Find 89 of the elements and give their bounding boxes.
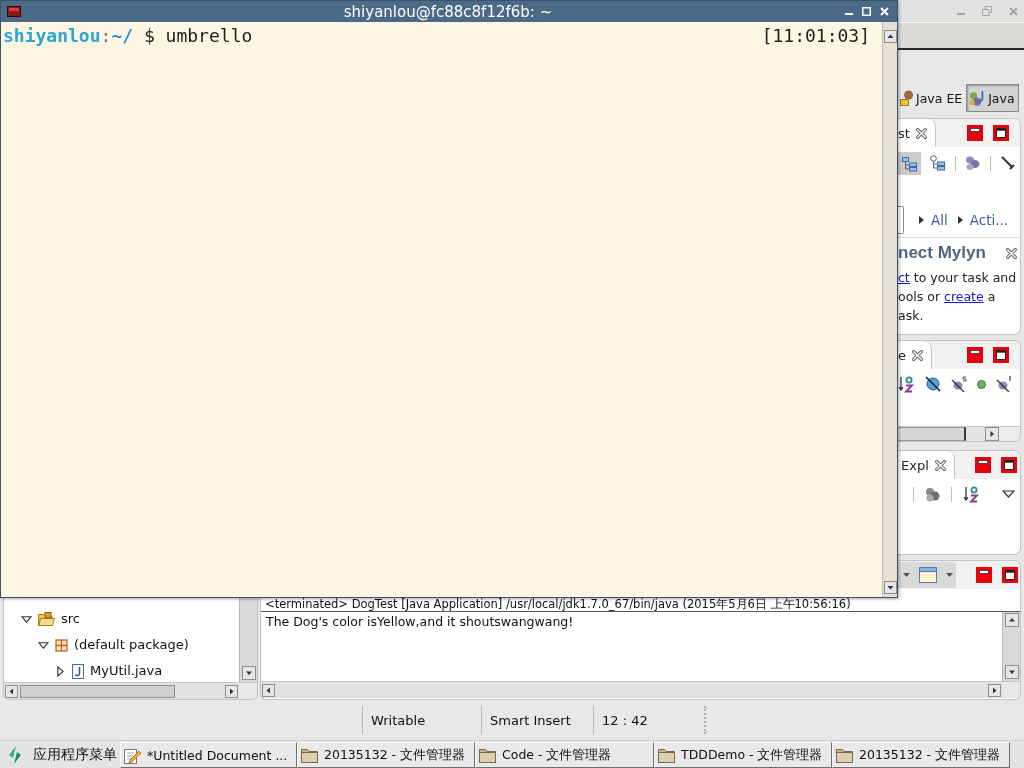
triangle-down-icon[interactable] [38, 641, 49, 649]
view-tab[interactable]: e [898, 341, 932, 369]
window-icon[interactable] [919, 567, 937, 583]
start-menu-button[interactable]: 应用程序菜单 [0, 742, 120, 768]
triangle-right-icon [957, 216, 963, 224]
document-pencil-icon [124, 746, 141, 764]
close-icon[interactable] [915, 127, 927, 139]
folder-icon [301, 747, 318, 763]
pen-icon[interactable] [1000, 155, 1016, 171]
terminal-icon [7, 6, 21, 17]
close-icon[interactable] [1006, 247, 1017, 259]
folder-icon [38, 612, 55, 626]
triangle-right-icon[interactable] [57, 665, 64, 677]
maximize-icon[interactable] [1000, 457, 1017, 473]
minimize-icon[interactable] [967, 125, 983, 141]
folder-icon [479, 747, 496, 763]
caret-icon[interactable] [946, 573, 953, 577]
input-field[interactable] [898, 206, 904, 234]
tree-item[interactable]: src [61, 611, 80, 627]
triangle-right-icon [919, 216, 924, 224]
tree-item[interactable]: (default package) [74, 637, 189, 653]
caret-icon[interactable] [903, 573, 910, 577]
taskbar-button[interactable]: 20135132 - 文件管理器 [297, 742, 475, 768]
crossed-dot-icon[interactable] [951, 376, 967, 392]
window-title: shiyanlou@fc88c8f12f6b: ~ [343, 2, 553, 21]
perspective-tab[interactable]: Java [966, 84, 1019, 112]
maximize-icon[interactable] [993, 125, 1009, 141]
crossed-circle-icon[interactable] [925, 376, 941, 392]
arrow-down-icon[interactable] [1004, 665, 1019, 679]
arrow-right-icon[interactable] [225, 684, 238, 698]
view-tab[interactable]: st [898, 119, 936, 147]
timestamp: [11:01:03] [761, 25, 870, 47]
cylinders-icon[interactable] [965, 155, 981, 171]
package-icon [55, 638, 68, 652]
status-field: Smart Insert [481, 706, 593, 734]
section-heading: nect Mylyn [898, 243, 987, 263]
scrollbar[interactable] [1002, 612, 1020, 681]
view-tab[interactable]: Expl [898, 451, 955, 479]
folder-icon [836, 747, 853, 763]
file-icon [72, 663, 84, 679]
console-output: The Dog's color isYellow,and it shoutswangwang! [265, 613, 575, 631]
dot-icon[interactable] [977, 379, 986, 389]
bean-icon [900, 90, 914, 106]
minimize-icon[interactable] [967, 347, 983, 363]
scroll-thumb[interactable] [898, 427, 966, 441]
status-field: Writable [362, 706, 481, 734]
close-icon[interactable] [934, 459, 946, 471]
hierarchy-icon[interactable] [898, 151, 921, 175]
text-link[interactable]: ct [898, 270, 910, 285]
arrow-left-icon[interactable] [262, 683, 275, 697]
maximize-icon[interactable] [993, 347, 1009, 363]
minimize-icon[interactable] [976, 567, 992, 583]
filter-link[interactable]: Acti... [957, 212, 1009, 228]
scrollbar[interactable] [4, 682, 239, 699]
description-text: ct to your task and ools or create a ask. [898, 269, 1017, 325]
arrow-down-icon[interactable] [883, 581, 897, 594]
leaf-icon[interactable] [8, 746, 22, 764]
filter-link[interactable]: All [919, 212, 948, 228]
arrow-left-icon[interactable] [5, 684, 18, 698]
circles-icon[interactable] [925, 486, 940, 502]
taskbar-button[interactable]: 20135132 - 文件管理器 [832, 742, 1010, 768]
folder-icon [658, 747, 675, 763]
triangle-down-icon[interactable] [21, 615, 32, 623]
arrow-up-icon[interactable] [1004, 613, 1019, 627]
taskbar-button[interactable]: TDDDemo - 文件管理器 [654, 742, 832, 768]
maximize-icon[interactable] [1002, 567, 1018, 583]
taskbar-button[interactable]: *Untitled Document ... [120, 742, 297, 768]
prompt-line: shiyanlou:~/ $ umbrello [3, 25, 253, 47]
triangle-down-icon[interactable] [1002, 490, 1015, 498]
arrow-right-icon[interactable] [988, 683, 1001, 697]
scrollbar[interactable] [898, 426, 1020, 441]
perspective-tab[interactable]: Java EE [899, 84, 967, 112]
scroll-thumb[interactable] [20, 684, 175, 698]
minimize-icon[interactable] [974, 457, 991, 473]
tree-item[interactable]: MyUtil.java [90, 663, 163, 679]
arrow-up-icon[interactable] [883, 30, 897, 43]
status-field: 12 : 42 [593, 706, 704, 734]
scrollbar[interactable] [882, 22, 897, 597]
taskbar-button[interactable]: Code - 文件管理器 [475, 742, 654, 768]
hierarchy-icon[interactable] [930, 155, 946, 171]
text-link[interactable]: create [944, 289, 984, 304]
arrow-down-icon[interactable] [241, 666, 256, 680]
scrollbar[interactable] [261, 681, 1002, 698]
sort-icon[interactable] [898, 375, 915, 393]
crossed-dot-icon[interactable] [996, 376, 1012, 392]
arrow-right-icon[interactable] [985, 427, 999, 441]
sort-icon[interactable] [963, 485, 980, 503]
scrollbar[interactable] [239, 598, 257, 682]
close-icon[interactable] [912, 349, 923, 361]
